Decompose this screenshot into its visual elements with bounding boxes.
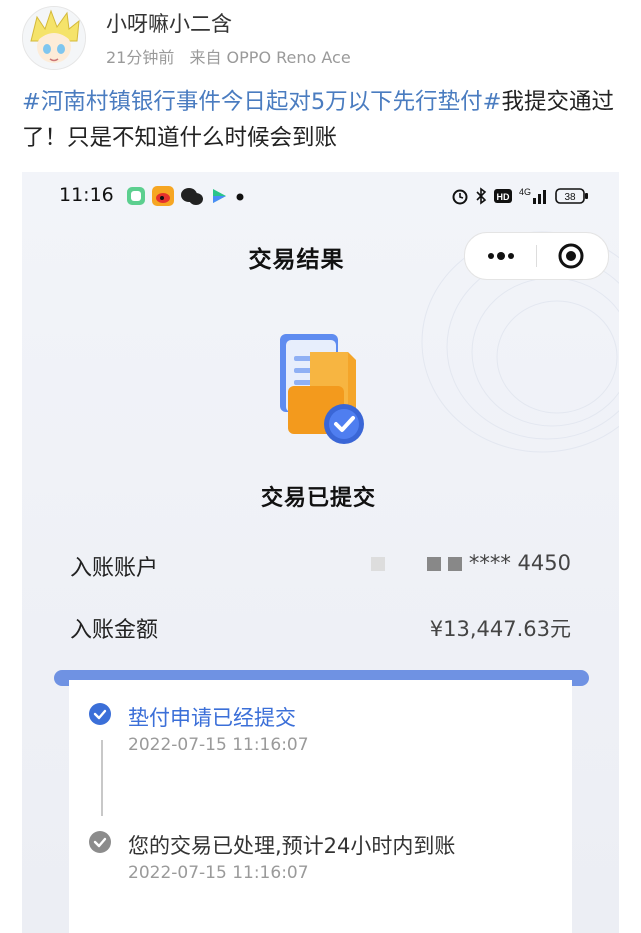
avatar-image	[23, 7, 85, 69]
check-circle-icon	[89, 703, 111, 725]
masked-block	[370, 557, 385, 571]
hashtag-link[interactable]: #河南村镇银行事件今日起对5万以下先行垫付#	[22, 89, 502, 115]
account-label: 入账账户	[70, 556, 159, 581]
weibo-icon	[152, 186, 174, 206]
amount-label: 入账金额	[70, 618, 159, 643]
step-2-title: 您的交易已处理,预计24小时内到账	[128, 834, 456, 858]
username[interactable]: 小呀嘛小二含	[106, 8, 232, 38]
capsule-divider	[536, 245, 537, 267]
account-number: **** 4450	[468, 551, 571, 575]
network-label: 4G	[519, 187, 531, 197]
step-1-title: 垫付申请已经提交	[128, 706, 296, 730]
post-text: #河南村镇银行事件今日起对5万以下先行垫付#我提交通过了！只是不知道什么时候会到…	[22, 84, 622, 156]
post-source[interactable]: 来自 OPPO Reno Ace	[189, 48, 350, 67]
embedded-screenshot: 11:16 HD 4G 38 交易结果 交易已提交 入账账户 **** 4450…	[22, 172, 619, 933]
app-square-icon	[127, 187, 145, 205]
timeline-connector	[101, 740, 103, 816]
hd-icon: HD	[494, 189, 512, 203]
battery-level: 38	[564, 192, 576, 203]
check-circle-icon	[89, 831, 111, 853]
dot-icon	[236, 193, 244, 201]
account-value: **** 4450	[370, 551, 571, 575]
close-miniapp-icon[interactable]	[556, 241, 586, 271]
post-meta: 21分钟前 来自 OPPO Reno Ace	[106, 44, 361, 68]
step-2-time: 2022-07-15 11:16:07	[128, 863, 309, 883]
notification-icons	[126, 186, 246, 206]
status-icons: HD 4G 38	[451, 186, 589, 206]
battery-icon: 38	[555, 188, 588, 204]
step-1-time: 2022-07-15 11:16:07	[128, 735, 309, 755]
result-status: 交易已提交	[260, 486, 376, 511]
play-icon	[213, 189, 226, 203]
document-submitted-icon	[280, 334, 364, 444]
svg-text:HD: HD	[497, 192, 510, 202]
status-time: 11:16	[59, 184, 114, 206]
masked-block	[426, 557, 441, 571]
signal-icon: 4G	[519, 187, 546, 204]
masked-block	[447, 557, 462, 571]
bluetooth-icon	[476, 187, 487, 205]
more-icon[interactable]	[479, 243, 523, 269]
post-time: 21分钟前	[106, 48, 175, 67]
amount-value: ¥13,447.63元	[429, 617, 571, 641]
status-bar: 11:16 HD 4G 38	[22, 172, 619, 220]
wechat-icon	[181, 188, 203, 205]
miniapp-capsule	[464, 232, 609, 280]
avatar[interactable]	[22, 6, 86, 70]
alarm-icon	[452, 189, 468, 205]
